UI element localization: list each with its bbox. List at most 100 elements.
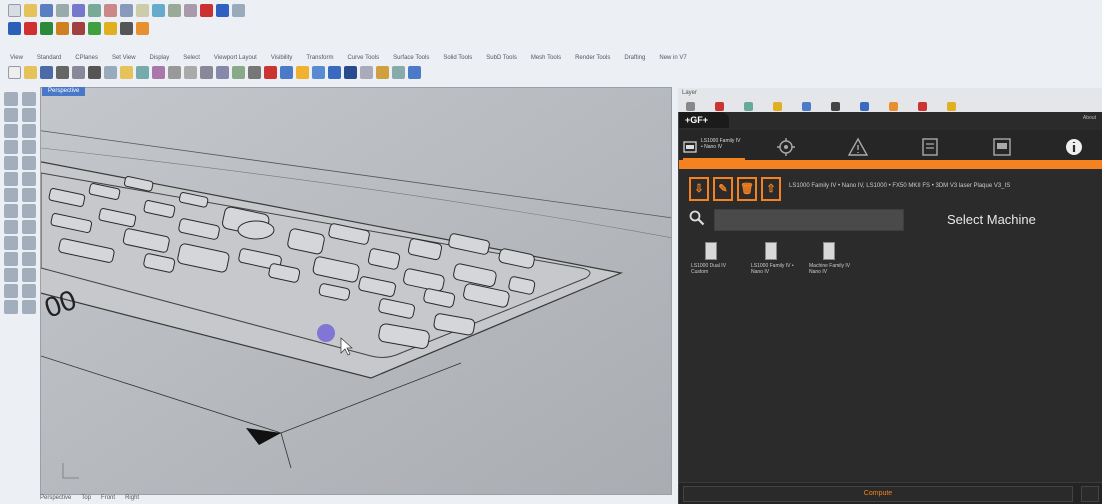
- layer-icon[interactable]: [152, 4, 165, 17]
- side-tool-icon[interactable]: [4, 268, 18, 282]
- material-icon[interactable]: [860, 101, 869, 111]
- menu-tab[interactable]: Viewport Layout: [214, 55, 257, 61]
- blue-tool-icon[interactable]: [216, 4, 229, 17]
- side-tool-icon[interactable]: [22, 268, 36, 282]
- menu-tab[interactable]: Mesh Tools: [531, 55, 561, 61]
- side-tool-icon[interactable]: [22, 172, 36, 186]
- light-icon[interactable]: [56, 22, 69, 35]
- grid-icon[interactable]: [232, 4, 245, 17]
- viewport-tab[interactable]: Right: [125, 495, 139, 501]
- properties-icon[interactable]: [72, 66, 85, 79]
- menu-tab[interactable]: View: [10, 55, 23, 61]
- side-tool-icon[interactable]: [22, 188, 36, 202]
- side-tool-icon[interactable]: [22, 284, 36, 298]
- side-tool-icon[interactable]: [22, 156, 36, 170]
- side-tool-icon[interactable]: [22, 124, 36, 138]
- footer-settings-icon[interactable]: [1081, 486, 1099, 502]
- menu-tab[interactable]: Standard: [37, 55, 61, 61]
- side-tool-icon[interactable]: [22, 204, 36, 218]
- paste-icon[interactable]: [120, 66, 133, 79]
- render-icon[interactable]: [8, 22, 21, 35]
- info-icon[interactable]: [1063, 136, 1085, 158]
- info-icon[interactable]: [392, 66, 405, 79]
- undo-icon[interactable]: [136, 66, 149, 79]
- side-tool-icon[interactable]: [4, 124, 18, 138]
- cut-piece[interactable]: [237, 220, 275, 240]
- zoom-icon[interactable]: [120, 4, 133, 17]
- gumball-handle[interactable]: [317, 324, 335, 342]
- export-machine-button[interactable]: ⇧: [761, 177, 781, 201]
- select-icon[interactable]: [72, 4, 85, 17]
- side-tool-icon[interactable]: [4, 236, 18, 250]
- delete-machine-button[interactable]: 🗑: [737, 177, 757, 201]
- zoom-icon[interactable]: [200, 66, 213, 79]
- side-tool-icon[interactable]: [4, 300, 18, 314]
- tab-machine[interactable]: LS1000 Family IV • Nano IV: [683, 134, 745, 160]
- save-icon[interactable]: [40, 66, 53, 79]
- side-tool-icon[interactable]: [4, 108, 18, 122]
- side-tool-icon[interactable]: [22, 140, 36, 154]
- tab-report[interactable]: [991, 136, 1013, 158]
- render-icon[interactable]: [328, 66, 341, 79]
- material-icon[interactable]: [24, 22, 37, 35]
- side-tool-icon[interactable]: [22, 108, 36, 122]
- layer-icon[interactable]: [280, 66, 293, 79]
- delete-icon[interactable]: [88, 66, 101, 79]
- rotate-icon[interactable]: [184, 66, 197, 79]
- viewport-tab[interactable]: Perspective: [40, 495, 71, 501]
- side-tool-icon[interactable]: [4, 220, 18, 234]
- options-icon[interactable]: [344, 66, 357, 79]
- machine-item[interactable]: LS1000 Family IV • Nano IV: [751, 242, 795, 275]
- new-icon[interactable]: [8, 66, 21, 79]
- side-tool-icon[interactable]: [4, 204, 18, 218]
- warning-icon[interactable]: [947, 101, 956, 111]
- red-tool-icon[interactable]: [264, 66, 277, 79]
- side-tool-icon[interactable]: [22, 236, 36, 250]
- save-icon[interactable]: [40, 4, 53, 17]
- sphere-icon[interactable]: [72, 22, 85, 35]
- grid-icon[interactable]: [248, 66, 261, 79]
- menu-tab[interactable]: Set View: [112, 55, 136, 61]
- tab-job[interactable]: [919, 136, 941, 158]
- machine-item[interactable]: LS1000 Dual IV Custom: [691, 242, 735, 275]
- import-machine-button[interactable]: ⇩: [689, 177, 709, 201]
- settings-icon[interactable]: [136, 22, 149, 35]
- menu-tab[interactable]: Visibility: [271, 55, 293, 61]
- side-tool-icon[interactable]: [4, 92, 18, 106]
- copy-icon[interactable]: [120, 22, 133, 35]
- side-tool-icon[interactable]: [22, 92, 36, 106]
- color-icon[interactable]: [744, 101, 753, 111]
- menu-tab[interactable]: Solid Tools: [443, 55, 472, 61]
- color-icon[interactable]: [40, 22, 53, 35]
- side-tool-icon[interactable]: [22, 220, 36, 234]
- side-tool-icon[interactable]: [22, 252, 36, 266]
- warning-icon[interactable]: [104, 22, 117, 35]
- menu-tab[interactable]: Surface Tools: [393, 55, 429, 61]
- menu-tab[interactable]: Select: [183, 55, 200, 61]
- side-tool-icon[interactable]: [4, 252, 18, 266]
- menu-tab[interactable]: Display: [150, 55, 170, 61]
- redo-icon[interactable]: [152, 66, 165, 79]
- about-link[interactable]: About: [1083, 115, 1096, 121]
- zoom-extents-icon[interactable]: [232, 66, 245, 79]
- viewport-title-tab[interactable]: Perspective: [42, 87, 86, 96]
- undo-icon[interactable]: [168, 4, 181, 17]
- rotate-icon[interactable]: [104, 4, 117, 17]
- material-icon[interactable]: [312, 66, 325, 79]
- side-tool-icon[interactable]: [4, 156, 18, 170]
- edit-machine-button[interactable]: ✎: [713, 177, 733, 201]
- side-tool-icon[interactable]: [4, 284, 18, 298]
- menu-tab[interactable]: Transform: [306, 55, 333, 61]
- tab-settings[interactable]: [775, 136, 797, 158]
- machine-item[interactable]: Machine Family IV Nano IV: [809, 242, 853, 275]
- properties-icon[interactable]: [136, 4, 149, 17]
- light-icon[interactable]: [296, 66, 309, 79]
- menu-tab[interactable]: CPlanes: [75, 55, 98, 61]
- zoom-window-icon[interactable]: [216, 66, 229, 79]
- machine-search-input[interactable]: [714, 209, 904, 231]
- layer-icon[interactable]: [802, 101, 811, 111]
- info-icon[interactable]: [686, 101, 695, 111]
- menu-tab[interactable]: New in V7: [659, 55, 686, 61]
- compute-button[interactable]: Compute: [683, 486, 1073, 502]
- open-icon[interactable]: [24, 4, 37, 17]
